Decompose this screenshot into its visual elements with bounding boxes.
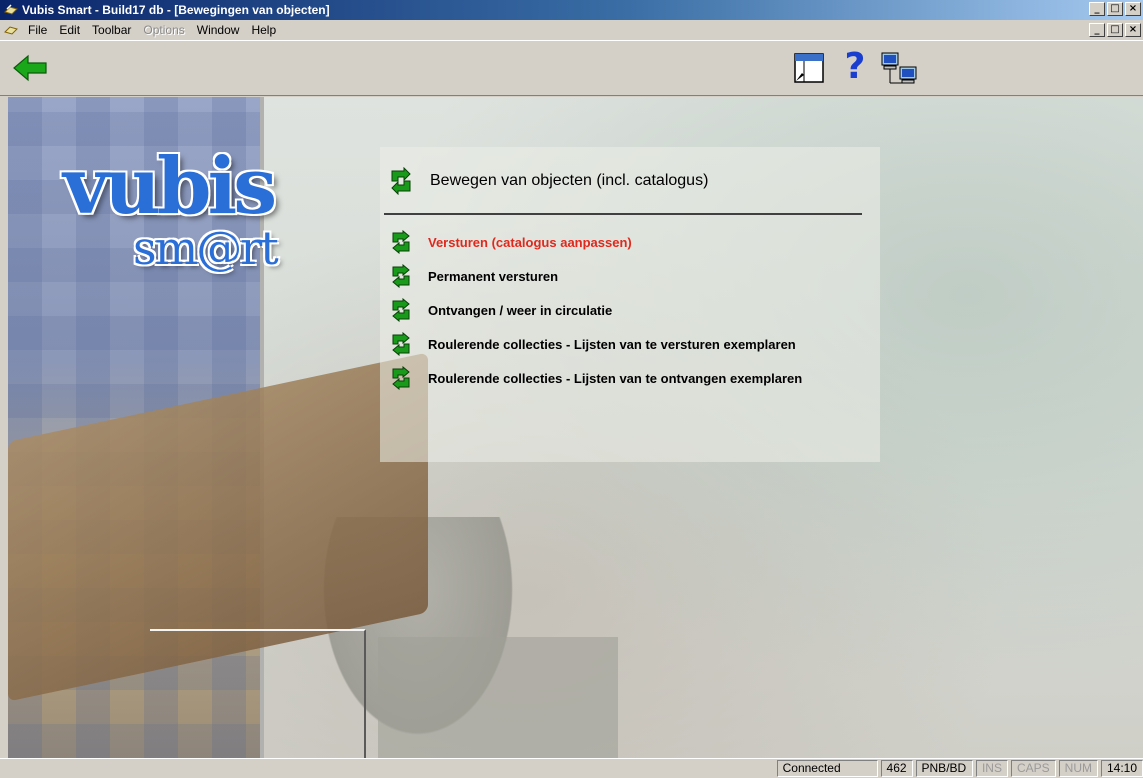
recycle-arrows-icon <box>392 366 410 390</box>
document-maximize-button[interactable]: □ <box>1107 23 1123 37</box>
menu-file[interactable]: File <box>22 23 53 37</box>
option-permanent-versturen[interactable]: Permanent versturen <box>390 259 802 293</box>
recycle-arrows-icon <box>392 230 410 254</box>
close-button[interactable]: × <box>1125 2 1141 16</box>
status-ins: INS <box>975 760 1008 777</box>
minimize-button[interactable]: _ <box>1089 2 1105 16</box>
logo-text-vubis: vubis <box>63 141 277 232</box>
status-count: 462 <box>880 760 913 777</box>
recycle-arrows-icon <box>392 298 410 322</box>
help-icon[interactable]: ? <box>840 47 870 87</box>
status-caps: CAPS <box>1010 760 1056 777</box>
document-minimize-button[interactable]: _ <box>1089 23 1105 37</box>
status-location: PNB/BD <box>915 760 973 777</box>
document-close-button[interactable]: × <box>1125 23 1141 37</box>
app-icon <box>4 4 18 15</box>
option-list: Versturen (catalogus aanpassen) Permanen… <box>390 225 802 395</box>
status-spacer <box>3 760 774 777</box>
form-icon[interactable] <box>792 51 826 85</box>
option-label: Roulerende collecties - Lijsten van te o… <box>428 370 803 386</box>
title-window-controls: _ □ × <box>1089 2 1141 16</box>
recycle-arrows-icon <box>392 332 410 356</box>
option-label: Roulerende collecties - Lijsten van te v… <box>428 336 796 352</box>
page-header: Bewegen van objecten (incl. catalogus) <box>388 167 708 195</box>
option-versturen[interactable]: Versturen (catalogus aanpassen) <box>390 225 802 259</box>
maximize-button[interactable]: □ <box>1107 2 1123 16</box>
menu-edit[interactable]: Edit <box>53 23 86 37</box>
toolbar: ? <box>0 40 1143 96</box>
menu-options[interactable]: Options <box>137 23 190 37</box>
option-roulerend-ontvangen[interactable]: Roulerende collecties - Lijsten van te o… <box>390 361 802 395</box>
option-label: Ontvangen / weer in circulatie <box>428 302 613 318</box>
recycle-arrows-icon <box>391 167 411 195</box>
background-frame <box>150 629 366 758</box>
document-app-icon[interactable] <box>4 23 18 37</box>
document-window-controls: _ □ × <box>1089 23 1141 37</box>
main-workspace: vubis sm@rt Bewegen van objecten (incl. … <box>8 97 1143 758</box>
vubis-smart-logo: vubis sm@rt <box>63 141 279 282</box>
back-arrow-icon[interactable] <box>12 53 48 83</box>
recycle-arrows-icon <box>392 264 410 288</box>
status-bar: Connected 462 PNB/BD INS CAPS NUM 14:10 <box>0 758 1143 778</box>
status-connection: Connected <box>776 760 878 777</box>
option-label: Permanent versturen <box>428 268 559 284</box>
status-time: 14:10 <box>1100 760 1143 777</box>
menu-toolbar[interactable]: Toolbar <box>86 23 137 37</box>
menu-window[interactable]: Window <box>191 23 246 37</box>
status-num: NUM <box>1058 760 1098 777</box>
logo-text-smart: sm@rt <box>133 221 279 275</box>
menu-help[interactable]: Help <box>245 23 282 37</box>
option-roulerend-versturen[interactable]: Roulerende collecties - Lijsten van te v… <box>390 327 802 361</box>
title-divider <box>384 213 862 215</box>
option-label: Versturen (catalogus aanpassen) <box>428 234 632 250</box>
title-bar: Vubis Smart - Build17 db - [Bewegingen v… <box>0 0 1143 20</box>
page-title: Bewegen van objecten (incl. catalogus) <box>430 172 709 189</box>
network-icon[interactable] <box>880 51 918 87</box>
menu-bar: File Edit Toolbar Options Window Help _ … <box>0 20 1143 40</box>
option-ontvangen[interactable]: Ontvangen / weer in circulatie <box>390 293 802 327</box>
window-title: Vubis Smart - Build17 db - [Bewegingen v… <box>22 3 330 17</box>
background-building <box>378 637 618 758</box>
